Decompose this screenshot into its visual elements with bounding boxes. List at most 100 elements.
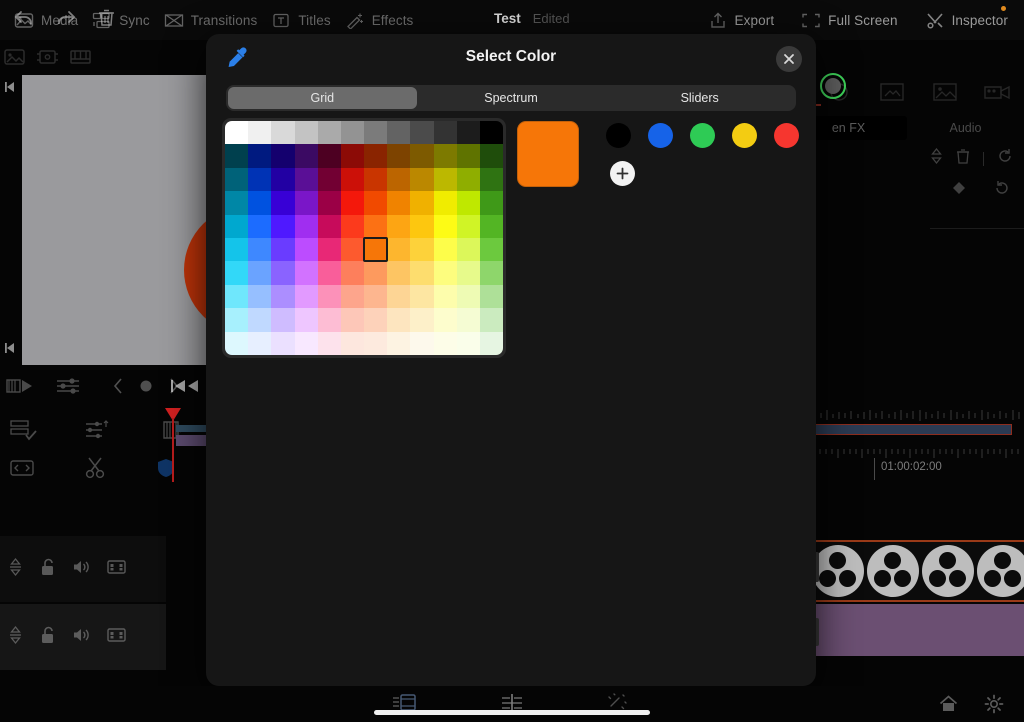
preset-color-black[interactable] bbox=[606, 123, 631, 148]
color-swatch-cell[interactable] bbox=[271, 167, 295, 192]
color-swatch-cell[interactable] bbox=[317, 167, 341, 192]
color-swatch-cell[interactable] bbox=[479, 191, 503, 215]
color-swatch-cell[interactable] bbox=[225, 331, 249, 355]
color-swatch-cell[interactable] bbox=[364, 214, 388, 239]
reset-icon[interactable] bbox=[997, 148, 1013, 169]
color-swatch-cell[interactable] bbox=[317, 191, 341, 215]
resize-handle-icon[interactable] bbox=[8, 557, 23, 582]
color-swatch-cell[interactable] bbox=[433, 214, 457, 239]
color-swatch-cell[interactable] bbox=[340, 214, 365, 239]
color-swatch-cell[interactable] bbox=[433, 191, 457, 215]
color-swatch-cell[interactable] bbox=[387, 331, 411, 355]
color-swatch-cell[interactable] bbox=[456, 261, 480, 285]
color-swatch-cell[interactable] bbox=[479, 284, 503, 309]
track-header-v1[interactable]: V1 A1 bbox=[0, 604, 166, 670]
record-dot-icon[interactable] bbox=[138, 378, 154, 399]
color-swatch-cell[interactable] bbox=[387, 191, 411, 215]
inspector-tab-image[interactable] bbox=[918, 81, 971, 103]
range-icon[interactable] bbox=[10, 457, 40, 484]
color-swatch-cell[interactable] bbox=[340, 238, 365, 262]
color-swatch-cell[interactable] bbox=[340, 121, 365, 145]
preset-color-blue[interactable] bbox=[648, 123, 673, 148]
toolbar-item-transitions[interactable]: Transitions bbox=[164, 12, 258, 29]
color-swatch-cell[interactable] bbox=[317, 144, 341, 168]
color-swatch-cell[interactable] bbox=[248, 214, 272, 239]
trash-icon[interactable] bbox=[98, 8, 115, 32]
color-swatch-cell[interactable] bbox=[410, 261, 434, 285]
color-swatch-cell[interactable] bbox=[364, 121, 388, 145]
color-swatch-cell[interactable] bbox=[317, 284, 341, 309]
color-swatch-cell[interactable] bbox=[410, 284, 434, 309]
color-swatch-cell[interactable] bbox=[271, 214, 295, 239]
color-swatch-cell[interactable] bbox=[479, 331, 503, 355]
color-grid[interactable] bbox=[225, 121, 503, 355]
color-swatch-cell[interactable] bbox=[410, 144, 434, 168]
inspector-tab-camera[interactable] bbox=[971, 81, 1024, 103]
color-swatch-cell[interactable] bbox=[317, 331, 341, 355]
color-swatch-cell[interactable] bbox=[340, 167, 365, 192]
step-back-icon[interactable] bbox=[112, 378, 124, 399]
unlock-icon[interactable] bbox=[40, 557, 55, 582]
color-swatch-cell[interactable] bbox=[225, 261, 249, 285]
tab-spectrum[interactable]: Spectrum bbox=[417, 87, 606, 109]
color-swatch-cell[interactable] bbox=[271, 261, 295, 285]
color-swatch-cell[interactable] bbox=[410, 121, 434, 145]
color-swatch-cell[interactable] bbox=[248, 144, 272, 168]
color-swatch-cell[interactable] bbox=[294, 191, 318, 215]
track-header-v2[interactable]: V2 A2 bbox=[0, 536, 166, 602]
preset-color-yellow[interactable] bbox=[732, 123, 757, 148]
inspector-tab-transform[interactable] bbox=[865, 81, 918, 103]
current-color-swatch[interactable] bbox=[517, 121, 579, 187]
color-swatch-cell[interactable] bbox=[410, 308, 434, 332]
inspector-subtab-audio[interactable]: Audio bbox=[907, 116, 1024, 140]
fullscreen-button[interactable]: Full Screen bbox=[801, 12, 897, 29]
color-swatch-cell[interactable] bbox=[317, 214, 341, 239]
filmstrip-icon[interactable] bbox=[70, 48, 91, 71]
color-swatch-cell[interactable] bbox=[410, 238, 434, 262]
color-swatch-cell[interactable] bbox=[294, 331, 318, 355]
undo-icon[interactable] bbox=[14, 9, 34, 32]
delete-icon[interactable] bbox=[956, 148, 970, 169]
color-swatch-cell[interactable] bbox=[271, 308, 295, 332]
color-swatch-cell[interactable] bbox=[387, 214, 411, 239]
color-swatch-cell[interactable] bbox=[364, 191, 388, 215]
color-swatch-cell[interactable] bbox=[340, 144, 365, 168]
color-swatch-cell[interactable] bbox=[294, 167, 318, 192]
photo-library-icon[interactable] bbox=[4, 48, 25, 71]
color-swatch-cell[interactable] bbox=[317, 308, 341, 332]
color-swatch-cell[interactable] bbox=[456, 167, 480, 192]
color-swatch-cell[interactable] bbox=[410, 331, 434, 355]
filmstrip-toggle-icon[interactable] bbox=[107, 627, 126, 648]
color-swatch-cell[interactable] bbox=[479, 261, 503, 285]
color-swatch-cell[interactable] bbox=[433, 331, 457, 355]
color-swatch-cell[interactable] bbox=[387, 121, 411, 145]
color-swatch-cell[interactable] bbox=[364, 284, 388, 309]
color-swatch-cell[interactable] bbox=[410, 214, 434, 239]
skip-next-icon[interactable] bbox=[3, 341, 17, 360]
color-swatch-cell[interactable] bbox=[340, 261, 365, 285]
color-swatch-cell[interactable] bbox=[294, 284, 318, 309]
color-swatch-cell[interactable] bbox=[248, 284, 272, 309]
skip-previous-icon[interactable] bbox=[3, 80, 17, 99]
timeline-video-clip[interactable] bbox=[812, 540, 1024, 602]
color-swatch-cell[interactable] bbox=[248, 121, 272, 145]
color-swatch-cell[interactable] bbox=[271, 284, 295, 309]
color-swatch-cell[interactable] bbox=[456, 331, 480, 355]
color-swatch-cell[interactable] bbox=[479, 167, 503, 192]
color-swatch-cell[interactable] bbox=[271, 144, 295, 168]
select-all-icon[interactable] bbox=[10, 418, 40, 447]
close-icon[interactable] bbox=[776, 46, 802, 72]
tab-sliders[interactable]: Sliders bbox=[605, 87, 794, 109]
color-swatch-cell[interactable] bbox=[364, 167, 388, 192]
timeline-ruler[interactable] bbox=[812, 448, 1024, 460]
scissors-icon[interactable] bbox=[84, 456, 110, 485]
color-swatch-cell[interactable] bbox=[364, 261, 388, 285]
color-swatch-cell[interactable] bbox=[317, 121, 341, 145]
color-swatch-cell[interactable] bbox=[433, 261, 457, 285]
shield-blue-icon[interactable] bbox=[154, 456, 178, 485]
tab-grid[interactable]: Grid bbox=[228, 87, 417, 109]
insert-clip-icon[interactable] bbox=[6, 376, 34, 401]
color-swatch-cell[interactable] bbox=[225, 167, 249, 192]
color-swatch-cell[interactable] bbox=[433, 167, 457, 192]
color-swatch-cell[interactable] bbox=[479, 308, 503, 332]
